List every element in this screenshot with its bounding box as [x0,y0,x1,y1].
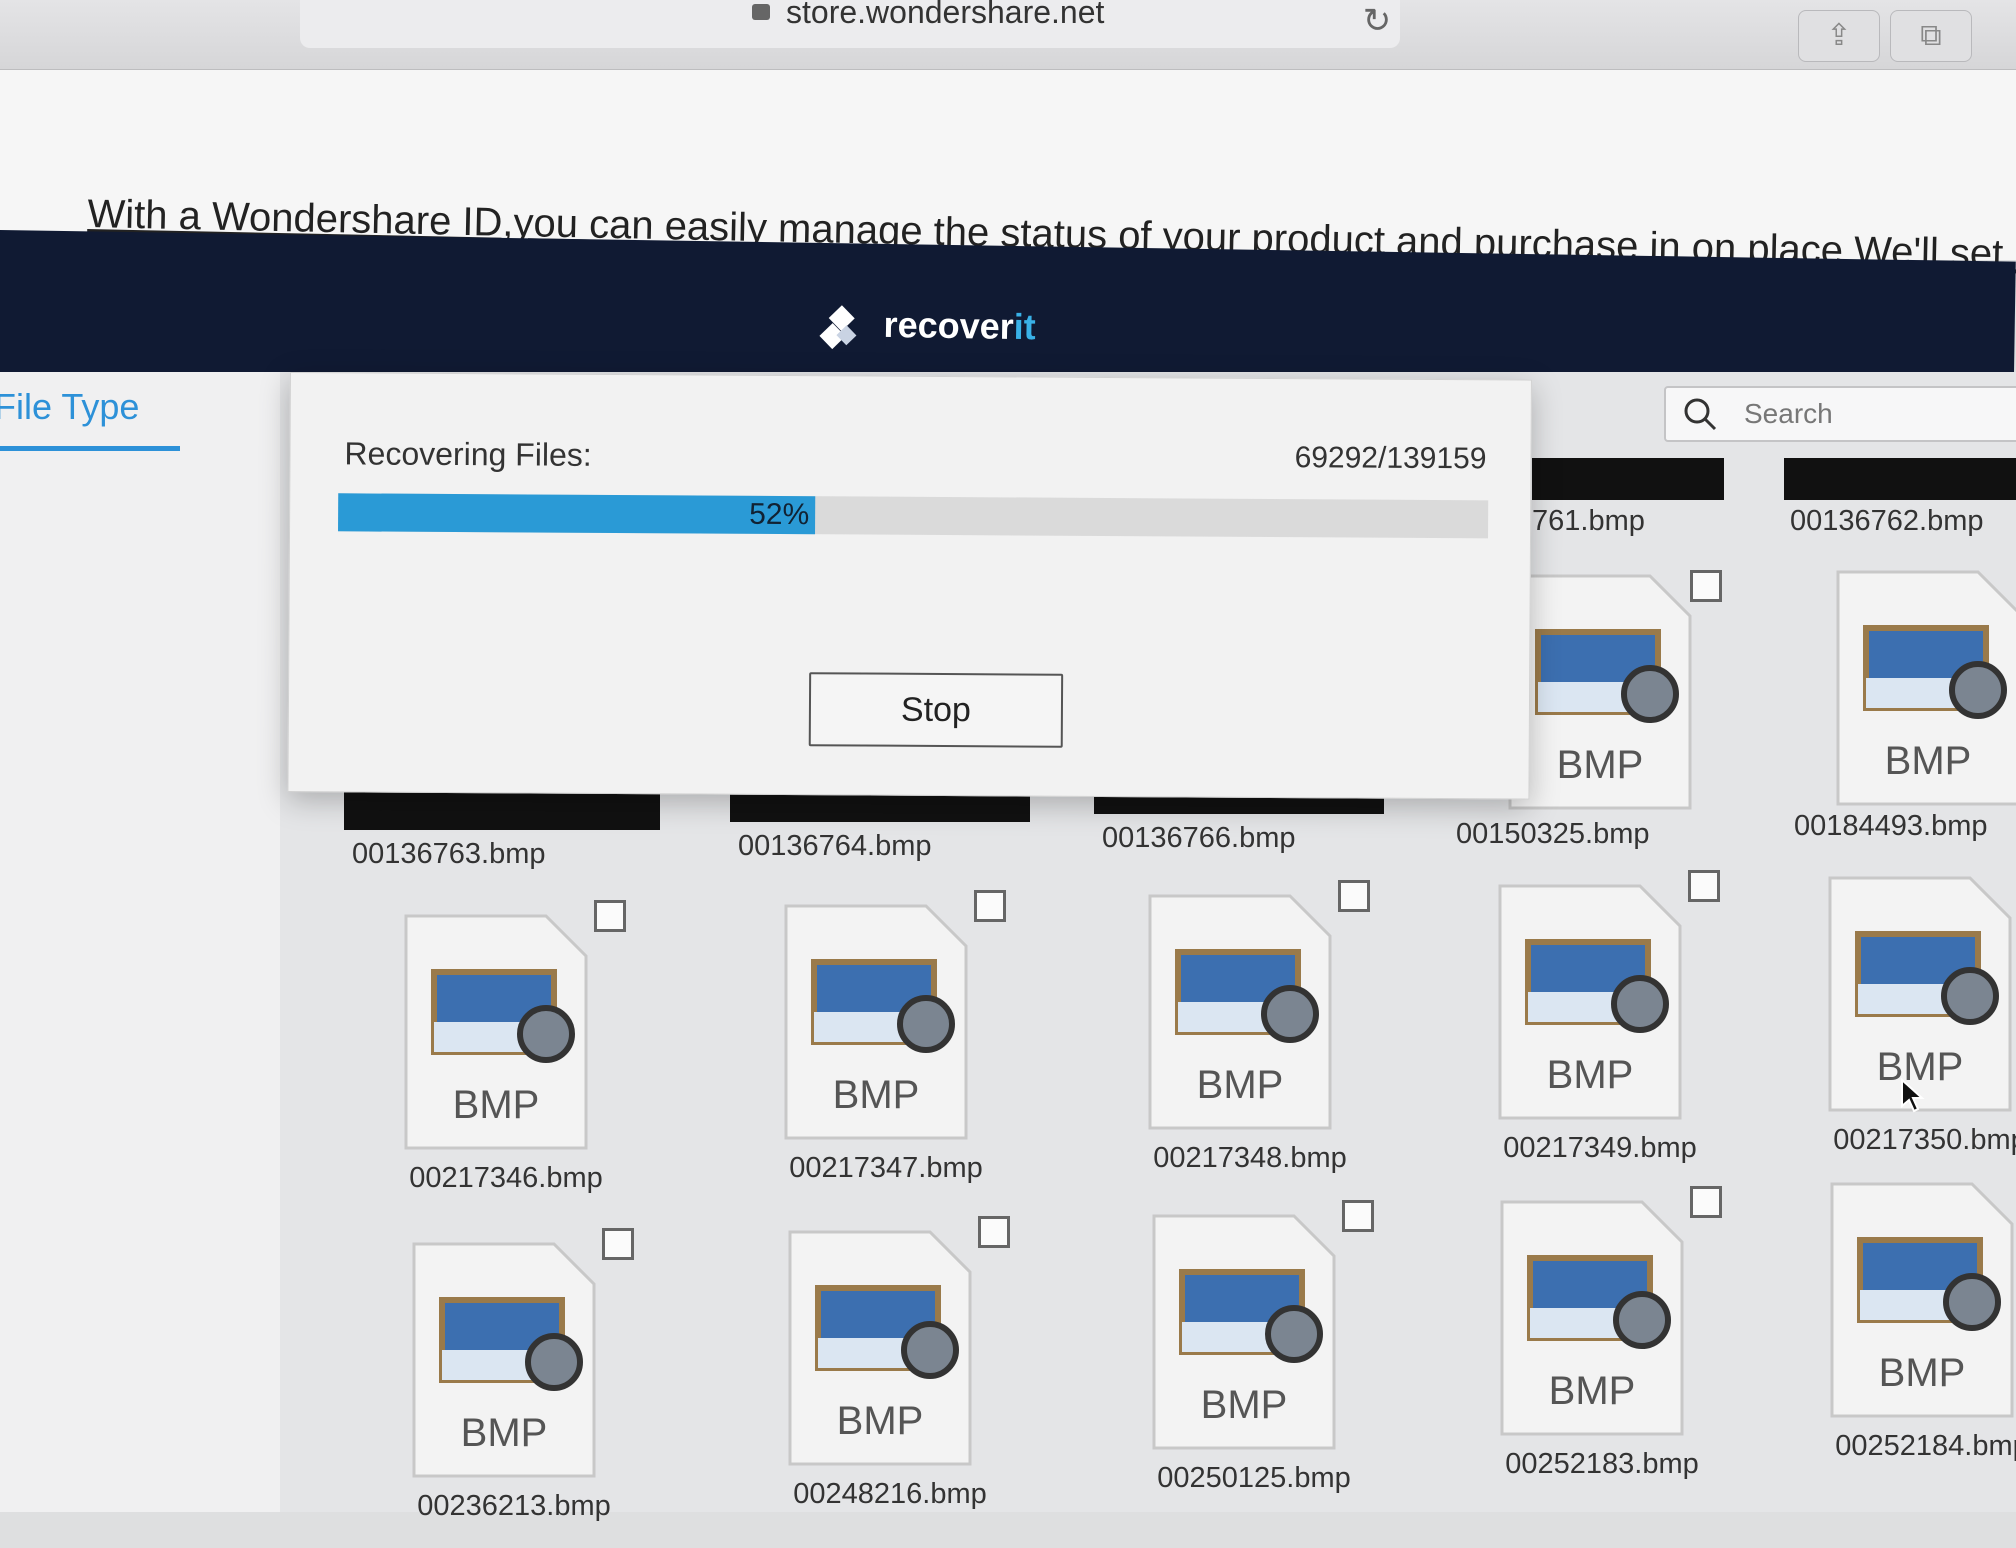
file-tile[interactable]: BMP 00217350.bmp [1780,862,2016,1182]
bmp-file-icon: BMP [1830,1182,2014,1418]
svg-text:BMP: BMP [833,1073,920,1117]
tabs-button[interactable]: ⧉ [1890,10,1972,62]
file-name: 00217347.bmp [789,1152,983,1184]
recovering-files-dialog: Recovering Files: 69292/139159 52% Stop [287,372,1532,800]
file-name: 00250125.bmp [1157,1462,1351,1494]
file-tile[interactable]: BMP 00248216.bmp [740,1216,1040,1536]
thumbnail-strip [1784,458,2016,500]
sidebar: File Type [0,372,280,1512]
search-box[interactable] [1664,386,2016,442]
file-name: 00252184.bmp [1835,1430,2016,1462]
svg-text:BMP: BMP [837,1399,924,1443]
bmp-file-icon: BMP [788,1230,972,1466]
file-name: 00217346.bmp [409,1162,603,1194]
file-tile[interactable]: BMP 00250125.bmp [1104,1200,1404,1520]
browser-toolbar: store.wondershare.net ↻ ⇪ ⧉ [0,0,2016,70]
file-tile[interactable]: BMP 00217349.bmp [1450,870,1750,1190]
thumbnail-strip [1532,458,1724,500]
tab-active-indicator [0,446,180,451]
files-recovered-count: 69292/139159 [1294,441,1487,476]
svg-text:BMP: BMP [1885,739,1972,783]
progress-bar: 52% [338,493,1489,539]
file-tile[interactable]: BMP 00252184.bmp [1782,1168,2016,1488]
svg-text:BMP: BMP [1201,1383,1288,1427]
website-content: With a Wondershare ID,you can easily man… [0,70,2016,277]
recoverit-logo-icon [819,305,857,350]
tab-file-type[interactable]: File Type [0,386,139,428]
bmp-file-icon: BMP [1500,1200,1684,1436]
file-name: 00217349.bmp [1503,1132,1697,1164]
share-button[interactable]: ⇪ [1798,10,1880,62]
file-tile[interactable]: BMP 00217347.bmp [736,890,1036,1210]
file-checkbox[interactable] [1690,570,1722,602]
file-name: 00217348.bmp [1153,1142,1347,1174]
file-tile[interactable]: BMP 00236213.bmp [364,1228,664,1548]
svg-text:BMP: BMP [1557,743,1644,787]
file-name: 00136764.bmp [738,830,932,862]
file-name: 00136762.bmp [1790,505,1984,537]
progress-fill [338,493,816,535]
search-input[interactable] [1742,398,2002,430]
svg-text:BMP: BMP [453,1083,540,1127]
file-checkbox[interactable] [594,900,626,932]
file-tile[interactable]: BMP 00252183.bmp [1452,1186,1752,1506]
file-tile[interactable]: BMP [1788,556,2016,876]
bmp-file-icon: BMP [412,1242,596,1478]
file-name: 00252183.bmp [1505,1448,1699,1480]
search-icon [1684,398,1717,431]
logo-accent: it [1013,305,1037,348]
file-checkbox[interactable] [1690,1186,1722,1218]
file-name: 00236213.bmp [417,1490,611,1522]
reload-icon[interactable]: ↻ [1360,4,1394,38]
bmp-file-icon: BMP [1498,884,1682,1120]
file-tile[interactable]: BMP 00217346.bmp [356,900,656,1220]
file-checkbox[interactable] [1688,870,1720,902]
file-name: 00136766.bmp [1102,822,1296,854]
address-url[interactable]: store.wondershare.net [786,0,1104,31]
mouse-cursor-icon [1901,1078,1925,1113]
progress-percent: 52% [749,497,810,532]
file-name: 00217350.bmp [1833,1124,2016,1156]
bmp-file-icon: BMP [1148,894,1332,1130]
file-checkbox[interactable] [978,1216,1010,1248]
file-name: 00136763.bmp [352,838,546,870]
file-checkbox[interactable] [602,1228,634,1260]
logo-main: recover [883,303,1015,347]
file-checkbox[interactable] [974,890,1006,922]
file-name: 761.bmp [1532,505,1645,537]
bmp-file-icon: BMP [1152,1214,1336,1450]
svg-text:BMP: BMP [1197,1063,1284,1107]
bmp-file-icon: BMP [1836,570,2016,806]
svg-text:BMP: BMP [1547,1053,1634,1097]
stop-button[interactable]: Stop [808,672,1064,748]
svg-text:BMP: BMP [1549,1369,1636,1413]
bmp-file-icon: BMP [784,904,968,1140]
thumbnail-strip [344,788,660,830]
dialog-title: Recovering Files: [344,435,592,473]
file-tile[interactable]: BMP 00217348.bmp [1100,880,1400,1200]
app-logo-text: recoverit [883,304,1036,348]
bmp-file-icon: BMP [404,914,588,1150]
file-name: 00248216.bmp [793,1478,987,1510]
svg-text:BMP: BMP [1879,1351,1966,1395]
file-checkbox[interactable] [1338,880,1370,912]
file-checkbox[interactable] [1342,1200,1374,1232]
svg-text:BMP: BMP [461,1411,548,1455]
lock-icon [752,4,770,20]
